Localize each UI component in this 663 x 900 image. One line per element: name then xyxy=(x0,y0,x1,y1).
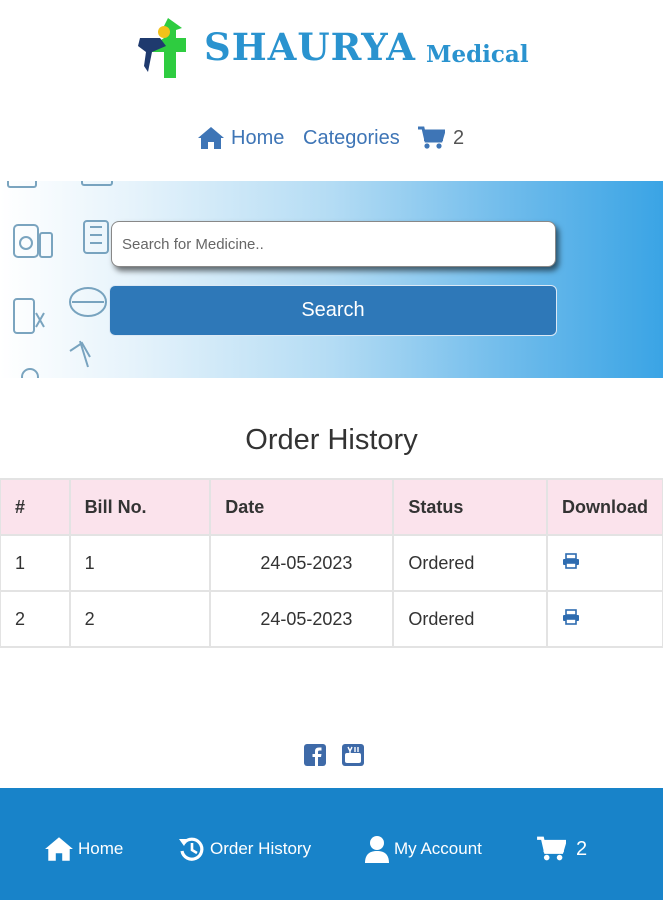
nav-categories-label: Categories xyxy=(303,126,400,149)
footer-my-account-link[interactable]: My Account xyxy=(364,832,482,866)
row-date: 24-05-2023 xyxy=(209,590,395,648)
logo[interactable]: SHAURYA Medical xyxy=(138,14,538,84)
logo-brand: SHAURYA xyxy=(204,25,417,69)
page-title: Order History xyxy=(245,424,418,456)
top-nav: Home Categories 2 xyxy=(0,118,663,158)
cart-icon xyxy=(537,836,566,861)
medical-pattern-icon xyxy=(7,181,113,378)
facebook-icon[interactable] xyxy=(304,744,326,766)
bottom-nav: Home Order History My Account 2 xyxy=(0,788,663,900)
youtube-icon[interactable] xyxy=(342,744,364,766)
table-row: 1 1 24-05-2023 Ordered xyxy=(0,534,663,592)
social-links xyxy=(304,744,364,766)
row-download xyxy=(546,590,663,648)
search-button[interactable]: Search xyxy=(109,285,557,336)
footer-order-history-link[interactable]: Order History xyxy=(178,832,311,866)
print-icon[interactable] xyxy=(562,608,580,625)
footer-cart-link[interactable]: 2 xyxy=(536,832,587,866)
cart-icon xyxy=(418,126,445,149)
row-bill-no: 2 xyxy=(68,590,212,648)
nav-home-link[interactable]: Home xyxy=(197,118,284,158)
home-icon xyxy=(198,127,224,149)
home-icon xyxy=(45,837,73,861)
row-bill-no: 1 xyxy=(68,534,212,592)
search-input[interactable] xyxy=(111,221,556,267)
footer-home-link[interactable]: Home xyxy=(44,832,123,866)
footer-my-account-label: My Account xyxy=(394,839,482,858)
nav-categories-link[interactable]: Categories xyxy=(303,118,400,158)
table-header-row: # Bill No. Date Status Download xyxy=(0,478,663,536)
logo-cross-icon xyxy=(138,18,186,78)
row-download xyxy=(546,534,663,592)
header-date: Date xyxy=(209,478,395,536)
table-row: 2 2 24-05-2023 Ordered xyxy=(0,590,663,648)
nav-cart-link[interactable]: 2 xyxy=(417,118,464,158)
footer-home-label: Home xyxy=(78,839,124,858)
row-status: Ordered xyxy=(392,534,548,592)
search-banner: Search xyxy=(0,181,663,378)
nav-home-label: Home xyxy=(231,126,285,149)
row-date: 24-05-2023 xyxy=(209,534,395,592)
logo-brand-suffix: Medical xyxy=(426,41,529,68)
row-status: Ordered xyxy=(392,590,548,648)
nav-cart-count: 2 xyxy=(453,126,465,149)
header-download: Download xyxy=(546,478,663,536)
print-icon[interactable] xyxy=(562,552,580,569)
row-index: 1 xyxy=(0,534,71,592)
user-icon xyxy=(365,836,389,863)
order-history-table: # Bill No. Date Status Download 1 1 24-0… xyxy=(0,478,663,648)
footer-order-history-label: Order History xyxy=(210,839,312,858)
header-status: Status xyxy=(392,478,548,536)
header-index: # xyxy=(0,478,71,536)
history-icon xyxy=(179,837,204,861)
footer-cart-count: 2 xyxy=(576,837,588,860)
row-index: 2 xyxy=(0,590,71,648)
header-bill-no: Bill No. xyxy=(68,478,212,536)
